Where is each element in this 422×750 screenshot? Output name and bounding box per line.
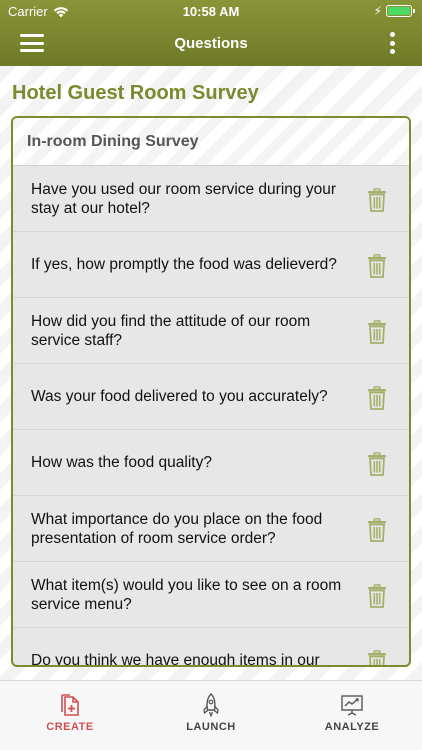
- chart-icon: [341, 695, 363, 716]
- tab-launch-label: LAUNCH: [186, 721, 236, 733]
- tab-create[interactable]: CREATE: [0, 681, 140, 750]
- question-text: Have you used our room service during yo…: [31, 180, 336, 217]
- question-item[interactable]: How was the food quality?: [13, 430, 409, 496]
- survey-title: Hotel Guest Room Survey: [12, 82, 259, 104]
- question-item[interactable]: How did you find the attitude of our roo…: [13, 298, 409, 364]
- question-text: If yes, how promptly the food was deliev…: [31, 256, 337, 273]
- questions-panel: In-room Dining Survey Have you used our …: [11, 116, 411, 667]
- trash-icon[interactable]: [367, 254, 387, 278]
- trash-icon[interactable]: [367, 650, 387, 667]
- question-item[interactable]: Do you think we have enough items in our: [13, 628, 409, 667]
- section-title: In-room Dining Survey: [13, 118, 409, 166]
- question-list: Have you used our room service during yo…: [13, 166, 409, 667]
- trash-icon[interactable]: [367, 452, 387, 476]
- tab-analyze-label: ANALYZE: [324, 721, 380, 733]
- question-text: How was the food quality?: [31, 454, 212, 471]
- tab-analyze[interactable]: ANALYZE: [282, 681, 422, 750]
- rocket-icon: [203, 693, 219, 717]
- more-options-icon[interactable]: [388, 32, 396, 54]
- page-title: Questions: [174, 35, 248, 52]
- nav-bar: Questions: [0, 22, 422, 66]
- question-text: Do you think we have enough items in our: [31, 652, 320, 667]
- question-text: Was your food delivered to you accuratel…: [31, 388, 328, 405]
- question-text: What item(s) would you like to see on a …: [31, 576, 342, 613]
- question-text: What importance do you place on the food…: [31, 510, 323, 547]
- tab-bar: CREATE LAUNCH ANALYZE: [0, 680, 422, 750]
- status-bar: Carrier 10:58 AM ⚡: [0, 0, 422, 22]
- trash-icon[interactable]: [367, 320, 387, 344]
- battery-icon: [386, 5, 415, 17]
- trash-icon[interactable]: [367, 584, 387, 608]
- question-item[interactable]: Was your food delivered to you accuratel…: [13, 364, 409, 430]
- trash-icon[interactable]: [367, 386, 387, 410]
- tab-create-label: CREATE: [46, 721, 94, 733]
- question-item[interactable]: If yes, how promptly the food was deliev…: [13, 232, 409, 298]
- trash-icon[interactable]: [367, 518, 387, 542]
- create-icon: [61, 694, 79, 716]
- question-text: How did you find the attitude of our roo…: [31, 312, 311, 349]
- app-header: Carrier 10:58 AM ⚡ Questions: [0, 0, 422, 66]
- status-time: 10:58 AM: [182, 4, 240, 19]
- question-item[interactable]: What item(s) would you like to see on a …: [13, 562, 409, 628]
- question-item[interactable]: Have you used our room service during yo…: [13, 166, 409, 232]
- charging-icon: ⚡: [373, 4, 382, 18]
- question-item[interactable]: What importance do you place on the food…: [13, 496, 409, 562]
- trash-icon[interactable]: [367, 188, 387, 212]
- tab-launch[interactable]: LAUNCH: [141, 681, 281, 750]
